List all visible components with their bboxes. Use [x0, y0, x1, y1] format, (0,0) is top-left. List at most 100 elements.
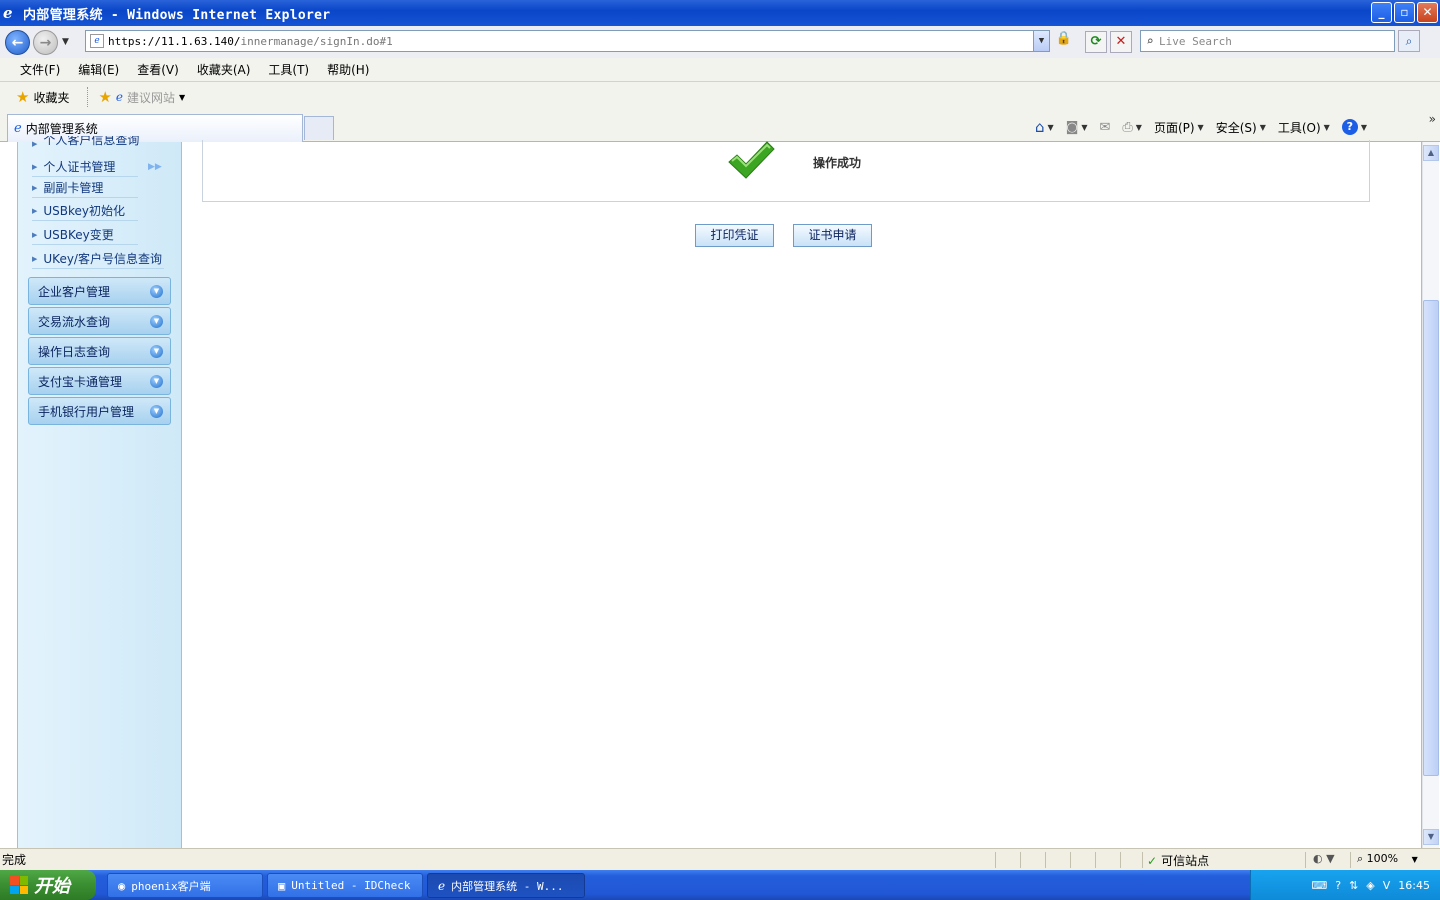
status-divider — [1305, 852, 1306, 868]
sidebar-item-personal-cert[interactable]: ▶ 个人证书管理 ▶▶ — [32, 157, 162, 177]
address-dropdown-icon[interactable]: ▼ — [1033, 31, 1049, 51]
network-icon[interactable]: ◈ — [1366, 879, 1374, 892]
maximize-button[interactable]: ▫ — [1394, 2, 1415, 23]
scroll-down-button[interactable]: ▼ — [1423, 829, 1439, 845]
sidebar-item-usbkey-change[interactable]: ▶ USBKey变更 — [32, 225, 138, 245]
keyboard-icon[interactable]: ⌨ — [1311, 879, 1327, 892]
sidebar-group-transactions[interactable]: 交易流水查询 ▼ — [28, 307, 171, 335]
expand-icon: ▼ — [150, 375, 163, 388]
tools-menu[interactable]: 工具(O) ▼ — [1278, 119, 1330, 136]
security-zone[interactable]: ✓ 可信站点 — [1147, 852, 1209, 869]
sidebar-item-usbkey-init[interactable]: ▶ USBkey初始化 — [32, 201, 138, 221]
sidebar-item-label: 副副卡管理 — [43, 181, 104, 195]
suggested-dropdown-icon[interactable]: ▼ — [179, 93, 185, 102]
refresh-button[interactable]: ⟳ — [1085, 31, 1107, 53]
status-divider — [1350, 852, 1351, 868]
help-tray-icon[interactable]: ? — [1335, 879, 1341, 892]
content-area: ▶ 个人客户信息查询 ▶ 个人证书管理 ▶▶ ▶ 副副卡管理 ▶ USBkey初始化 ▶… — [0, 136, 1440, 848]
favorites-separator — [87, 87, 89, 107]
favorites-star-icon[interactable]: ★ — [16, 88, 29, 106]
trusted-check-icon: ✓ — [1147, 853, 1158, 868]
status-divider — [1095, 852, 1096, 868]
vertical-scrollbar[interactable]: ▲ ▼ — [1422, 142, 1439, 848]
status-divider — [1020, 852, 1021, 868]
menu-favorites[interactable]: 收藏夹(A) — [197, 61, 251, 78]
success-check-icon — [728, 141, 775, 179]
help-button[interactable]: ? ▼ — [1341, 119, 1367, 135]
taskbar-item-phoenix[interactable]: ◉ phoenix客户端 — [107, 873, 263, 898]
expand-icon: ▼ — [150, 345, 163, 358]
sidebar-item-ukey-query[interactable]: ▶ UKey/客户号信息查询 — [32, 249, 164, 269]
mail-icon: ✉ — [1099, 119, 1111, 135]
status-divider — [1142, 852, 1143, 868]
sidebar-item-label: UKey/客户号信息查询 — [43, 252, 162, 266]
add-favorite-icon[interactable]: ★ — [98, 88, 111, 106]
search-go-button[interactable]: ⌕ — [1398, 30, 1420, 52]
sync-icon[interactable]: ⇅ — [1349, 879, 1358, 892]
search-input[interactable]: ⌕ Live Search — [1140, 30, 1395, 52]
clock: 16:45 — [1398, 878, 1430, 892]
start-button[interactable]: 开始 — [0, 870, 96, 900]
new-tab-button[interactable] — [304, 116, 334, 140]
sidebar-group-enterprise[interactable]: 企业客户管理 ▼ — [28, 277, 171, 305]
task-label: 内部管理系统 - W... — [451, 879, 564, 893]
menu-edit[interactable]: 编辑(E) — [78, 61, 119, 78]
status-divider — [1045, 852, 1046, 868]
antivirus-icon[interactable]: V — [1383, 879, 1391, 892]
url-host: https://11.1.63.140/ — [108, 34, 241, 48]
print-voucher-button[interactable]: 打印凭证 — [695, 224, 774, 247]
protected-mode-icon[interactable]: ◐ ▼ — [1313, 852, 1335, 865]
sidebar-group-oplog[interactable]: 操作日志查询 ▼ — [28, 337, 171, 365]
group-label: 操作日志查询 — [38, 344, 111, 359]
safety-menu-label: 安全(S) — [1215, 120, 1257, 135]
sidebar-group-mobile[interactable]: 手机银行用户管理 ▼ — [28, 397, 171, 425]
sidebar: ▶ 个人客户信息查询 ▶ 个人证书管理 ▶▶ ▶ 副副卡管理 ▶ USBkey初始化 ▶… — [17, 136, 182, 848]
feeds-button[interactable]: ◙ ▼ — [1066, 120, 1088, 135]
suggested-sites-icon: e — [115, 90, 124, 104]
mail-button[interactable]: ✉ — [1099, 120, 1110, 135]
main-panel: 操作成功 打印凭证 证书申请 — [182, 140, 1422, 848]
taskbar-item-idcheck[interactable]: ▣ Untitled - IDCheck — [267, 873, 423, 898]
print-button[interactable]: ⎙ ▼ — [1122, 120, 1142, 135]
suggested-sites-link[interactable]: 建议网站 — [127, 89, 175, 106]
scroll-up-button[interactable]: ▲ — [1423, 145, 1439, 161]
home-button[interactable]: ⌂ ▼ — [1035, 118, 1054, 136]
menu-help[interactable]: 帮助(H) — [327, 61, 369, 78]
rss-icon: ◙ — [1065, 119, 1079, 135]
app-icon: ◉ — [118, 878, 126, 893]
bullet-icon: ▶ — [32, 206, 38, 215]
taskbar-item-ie[interactable]: e 内部管理系统 - W... — [427, 873, 585, 898]
sidebar-item-partial[interactable]: ▶ 个人客户信息查询 — [32, 136, 164, 148]
safety-menu[interactable]: 安全(S) ▼ — [1216, 119, 1266, 136]
page-menu-label: 页面(P) — [1153, 120, 1195, 135]
stop-button[interactable]: ✕ — [1110, 31, 1132, 53]
expand-arrows-icon: ▶▶ — [148, 161, 162, 172]
bullet-icon: ▶ — [32, 183, 38, 192]
favorites-button[interactable]: 收藏夹 — [33, 89, 69, 106]
history-dropdown-icon[interactable]: ▼ — [62, 37, 69, 47]
favorites-bar: ★ 收藏夹 ★ e 建议网站 ▼ — [0, 82, 1440, 112]
sidebar-group-alipay[interactable]: 支付宝卡通管理 ▼ — [28, 367, 171, 395]
bullet-icon: ▶ — [32, 230, 38, 239]
sidebar-item-sub-card[interactable]: ▶ 副副卡管理 — [32, 178, 138, 198]
menu-file[interactable]: 文件(F) — [20, 61, 60, 78]
cert-apply-button[interactable]: 证书申请 — [793, 224, 872, 247]
expand-icon: ▼ — [150, 285, 163, 298]
taskbar: 开始 ◉ phoenix客户端 ▣ Untitled - IDCheck e 内部管理… — [0, 870, 1440, 900]
sidebar-item-partial-label: 个人客户信息查询 — [43, 136, 140, 147]
lock-icon[interactable]: 🔒 — [1053, 31, 1075, 53]
menu-tools[interactable]: 工具(T) — [268, 61, 309, 78]
minimize-button[interactable]: _ — [1371, 2, 1392, 23]
zoom-level[interactable]: ⌕ 100% ▼ — [1357, 852, 1418, 866]
close-button[interactable]: ✕ — [1417, 2, 1438, 23]
page-menu[interactable]: 页面(P) ▼ — [1154, 119, 1204, 136]
scroll-thumb[interactable] — [1423, 300, 1439, 776]
ie-icon: e — [438, 878, 446, 893]
menu-view[interactable]: 查看(V) — [137, 61, 179, 78]
back-button[interactable]: ← — [5, 29, 30, 55]
forward-button[interactable]: → — [33, 29, 58, 55]
task-label: Untitled - IDCheck — [291, 879, 411, 892]
zoom-value: 100% — [1366, 852, 1399, 865]
chevron-more-icon[interactable]: » — [1429, 112, 1436, 126]
address-field[interactable]: e https://11.1.63.140/innermanage/signIn… — [85, 30, 1050, 52]
